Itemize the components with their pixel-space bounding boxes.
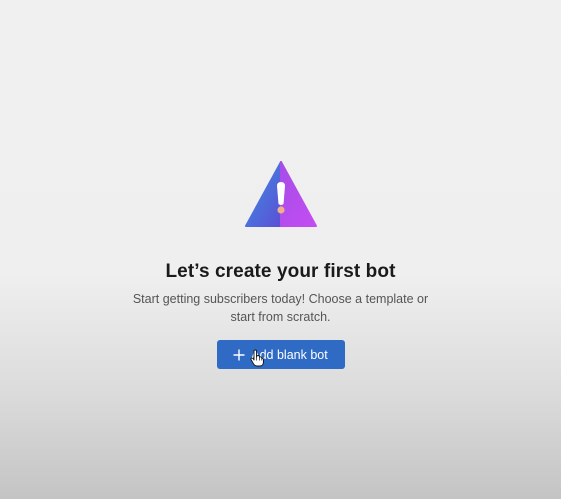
add-blank-bot-button[interactable]: Add blank bot: [216, 340, 345, 369]
hand-pointer-icon: [249, 349, 264, 367]
plus-icon: [233, 349, 245, 360]
empty-state: Let’s create your first bot Start gettin…: [0, 160, 561, 369]
page-title: Let’s create your first bot: [165, 261, 396, 282]
triangle-exclamation-logo: [244, 161, 317, 227]
page-subtitle: Start getting subscribers today! Choose …: [132, 292, 429, 324]
